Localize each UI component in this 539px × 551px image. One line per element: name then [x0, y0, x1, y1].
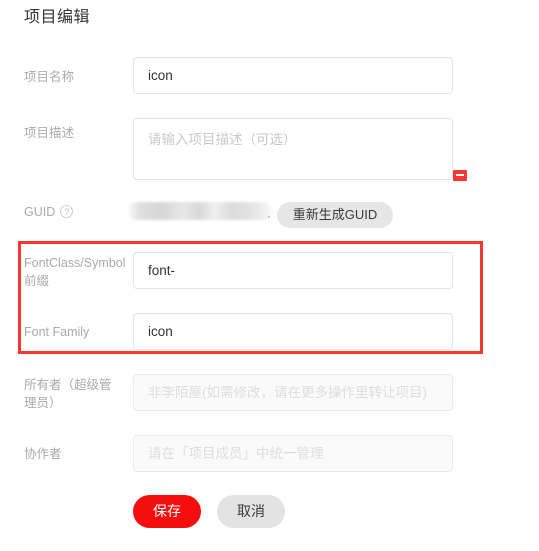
- label-collaborator: 协作者: [24, 447, 62, 461]
- control-owner: [133, 374, 453, 411]
- regenerate-guid-button[interactable]: 重新生成GUID: [277, 202, 393, 228]
- minus-badge-icon: [453, 170, 467, 181]
- project-name-input[interactable]: [133, 57, 453, 94]
- label-font-prefix: FontClass/Symbol 前缀: [24, 256, 126, 288]
- control-font-prefix: [133, 252, 453, 289]
- label-font-family: Font Family: [24, 325, 90, 339]
- guid-value-dot: [268, 216, 270, 218]
- project-edit-page: 项目编辑 项目名称 项目描述 GUID? 重新生成GUID FontClass/…: [0, 0, 539, 551]
- font-family-input[interactable]: [133, 313, 453, 350]
- font-prefix-input[interactable]: [133, 252, 453, 289]
- owner-input[interactable]: [133, 374, 453, 411]
- label-guid: GUID?: [24, 203, 124, 221]
- guid-value-redacted: [128, 202, 272, 220]
- project-desc-textarea[interactable]: [133, 118, 453, 180]
- control-project-name: [133, 57, 453, 94]
- label-owner: 所有者（超级管理员）: [24, 378, 112, 410]
- label-project-name: 项目名称: [24, 70, 75, 84]
- control-collaborator: [133, 435, 453, 472]
- save-button[interactable]: 保存: [133, 495, 201, 528]
- page-title: 项目编辑: [24, 9, 91, 26]
- cancel-button[interactable]: 取消: [217, 495, 285, 528]
- label-guid-text: GUID: [24, 205, 56, 219]
- control-project-desc: [133, 118, 453, 180]
- collaborator-input[interactable]: [133, 435, 453, 472]
- control-font-family: [133, 313, 453, 350]
- label-project-desc: 项目描述: [24, 126, 75, 140]
- question-circle-icon[interactable]: ?: [60, 205, 74, 218]
